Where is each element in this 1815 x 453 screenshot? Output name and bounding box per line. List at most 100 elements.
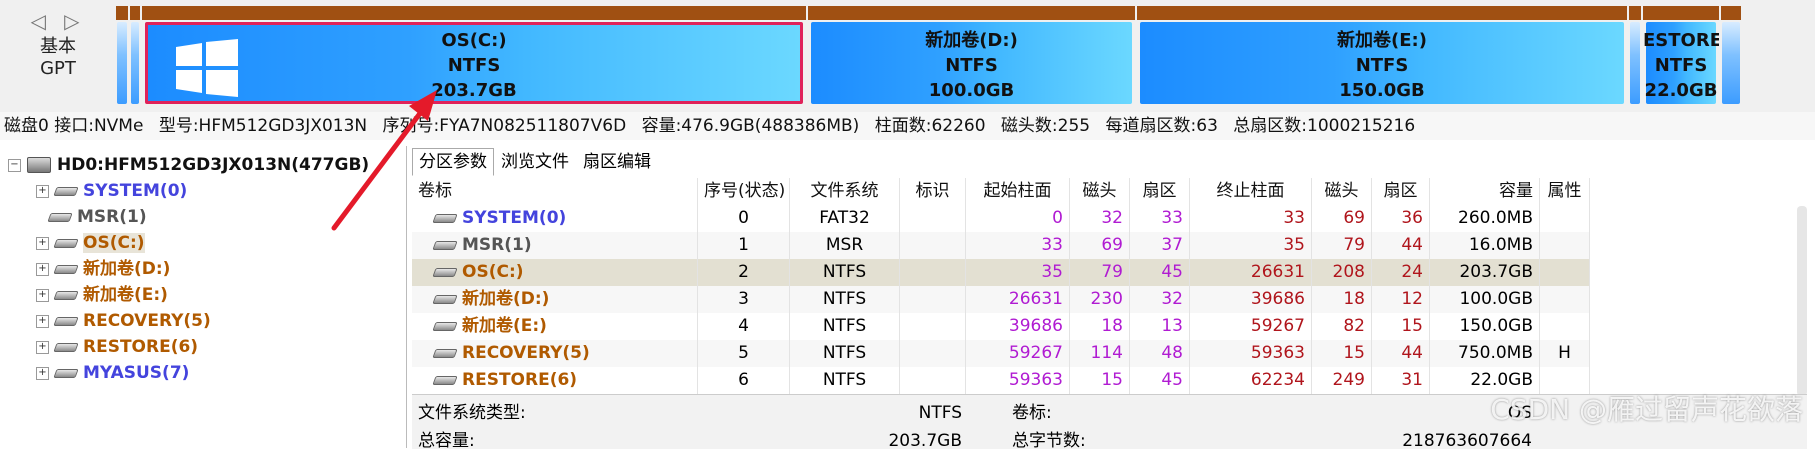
cell-end-cyl: 39686: [1190, 286, 1312, 313]
expand-icon[interactable]: +: [36, 262, 49, 276]
segment-os-c[interactable]: OS(C:) NTFS 203.7GB: [142, 6, 806, 106]
cell-index: 5: [698, 340, 790, 367]
col-start-sector[interactable]: 扇区: [1130, 178, 1190, 205]
cell-capacity: 16.0MB: [1430, 232, 1540, 259]
tree-item-label: MSR(1): [77, 207, 147, 227]
tab-sector-edit[interactable]: 扇区编辑: [576, 148, 658, 176]
cell-end-head: 18: [1312, 286, 1372, 313]
cell-start-cyl: 39686: [966, 313, 1070, 340]
segment-size: 22.0GB: [1644, 80, 1718, 101]
tab-partition-params[interactable]: 分区参数: [412, 148, 494, 176]
cell-start-head: 230: [1070, 286, 1130, 313]
col-volume[interactable]: 卷标: [412, 178, 698, 205]
col-capacity[interactable]: 容量: [1430, 178, 1540, 205]
detail-fs-type-label: 文件系统类型:: [418, 403, 526, 423]
cell-start-head: 114: [1070, 340, 1130, 367]
cell-fs: NTFS: [790, 340, 900, 367]
table-row[interactable]: OS(C:) 2 NTFS 35 79 45 26631 208 24 203.7GB: [412, 259, 1590, 286]
tree-item-e[interactable]: + 新加卷(E:): [36, 282, 168, 308]
tab-browse-files[interactable]: 浏览文件: [494, 148, 576, 176]
segment-msr[interactable]: [130, 6, 140, 106]
cell-end-cyl: 62234: [1190, 367, 1312, 394]
segment-size: 203.7GB: [431, 80, 517, 101]
volume-label: 新加卷(D:): [462, 289, 550, 309]
tree-item-msr[interactable]: MSR(1): [36, 204, 147, 230]
cell-start-sector: 33: [1130, 205, 1190, 232]
col-attr[interactable]: 属性: [1540, 178, 1590, 205]
cell-end-sector: 31: [1372, 367, 1430, 394]
cell-attr: H: [1540, 340, 1590, 367]
col-id[interactable]: 标识: [900, 178, 966, 205]
info-total-sectors: 总扇区数:1000215216: [1233, 116, 1416, 136]
segment-e[interactable]: 新加卷(E:) NTFS 150.0GB: [1137, 6, 1627, 106]
table-row[interactable]: MSR(1) 1 MSR 33 69 37 35 79 44 16.0MB: [412, 232, 1590, 259]
col-fs[interactable]: 文件系统: [790, 178, 900, 205]
cell-end-sector: 36: [1372, 205, 1430, 232]
expand-icon[interactable]: +: [36, 366, 49, 380]
cell-end-sector: 44: [1372, 232, 1430, 259]
cell-id: [900, 286, 966, 313]
cell-start-cyl: 0: [966, 205, 1070, 232]
collapse-icon[interactable]: −: [8, 158, 21, 172]
expand-icon[interactable]: +: [36, 340, 49, 354]
detail-volume-label: 卷标:: [1012, 403, 1052, 423]
volume-label: SYSTEM(0): [462, 208, 567, 228]
cell-id: [900, 205, 966, 232]
cell-end-cyl: 59267: [1190, 313, 1312, 340]
cell-fs: FAT32: [790, 205, 900, 232]
tree-item-label: OS(C:): [83, 233, 145, 253]
tree-item-system[interactable]: + SYSTEM(0): [36, 178, 187, 204]
table-row[interactable]: SYSTEM(0) 0 FAT32 0 32 33 33 69 36 260.0MB: [412, 205, 1590, 232]
table-row[interactable]: 新加卷(D:) 3 NTFS 26631 230 32 39686 18 12 100.0GB: [412, 286, 1590, 313]
vertical-scrollbar[interactable]: [1797, 206, 1807, 396]
detail-total-value: 203.7GB: [888, 431, 962, 451]
segment-system[interactable]: [116, 6, 128, 106]
col-end-head[interactable]: 磁头: [1312, 178, 1372, 205]
tree-item-recovery[interactable]: + RECOVERY(5): [36, 308, 211, 334]
cell-capacity: 150.0GB: [1430, 313, 1540, 340]
cell-end-head: 69: [1312, 205, 1372, 232]
cell-start-cyl: 33: [966, 232, 1070, 259]
table-row[interactable]: RECOVERY(5) 5 NTFS 59267 114 48 59363 15 44 750.0…: [412, 340, 1590, 367]
disk-nav-arrows-icon[interactable]: ◁ ▷: [18, 6, 98, 36]
tree-item-d[interactable]: + 新加卷(D:): [36, 256, 170, 282]
expand-icon[interactable]: +: [36, 236, 49, 250]
col-end-sector[interactable]: 扇区: [1372, 178, 1430, 205]
cell-start-sector: 45: [1130, 367, 1190, 394]
segment-d[interactable]: 新加卷(D:) NTFS 100.0GB: [808, 6, 1135, 106]
detail-total-label: 总容量:: [418, 431, 475, 451]
cell-end-sector: 15: [1372, 313, 1430, 340]
info-cylinders: 柱面数:62260: [874, 116, 986, 136]
tree-root[interactable]: − HD0:HFM512GD3JX013N(477GB): [8, 152, 369, 178]
segment-size: 100.0GB: [928, 80, 1015, 101]
tree-item-restore[interactable]: + RESTORE(6): [36, 334, 198, 360]
table-row[interactable]: 新加卷(E:) 4 NTFS 39686 18 13 59267 82 15 150.0GB: [412, 313, 1590, 340]
table-row[interactable]: RESTORE(6) 6 NTFS 59363 15 45 62234 249 31 22.0GB: [412, 367, 1590, 394]
cell-end-cyl: 35: [1190, 232, 1312, 259]
volume-label: RESTORE(6): [462, 370, 578, 390]
col-start-cyl[interactable]: 起始柱面: [966, 178, 1070, 205]
col-end-cyl[interactable]: 终止柱面: [1190, 178, 1312, 205]
expand-icon[interactable]: +: [36, 184, 49, 198]
segment-myasus[interactable]: [1721, 6, 1741, 106]
cell-id: [900, 232, 966, 259]
info-model: 型号:HFM512GD3JX013N: [158, 116, 368, 136]
col-start-head[interactable]: 磁头: [1070, 178, 1130, 205]
expand-icon[interactable]: +: [36, 314, 49, 328]
info-heads: 磁头数:255: [1000, 116, 1091, 136]
segment-recovery[interactable]: [1629, 6, 1641, 106]
cell-end-sector: 24: [1372, 259, 1430, 286]
cell-end-head: 249: [1312, 367, 1372, 394]
expand-icon[interactable]: +: [36, 288, 49, 302]
cell-start-head: 69: [1070, 232, 1130, 259]
volume-label: RECOVERY(5): [462, 343, 590, 363]
info-disk: 磁盘0 接口:NVMe: [4, 116, 144, 136]
segment-name: 新加卷(E:): [1337, 30, 1427, 51]
segment-fs: NTFS: [1355, 55, 1409, 76]
segment-restore[interactable]: ESTORE( NTFS 22.0GB: [1643, 6, 1719, 106]
col-index[interactable]: 序号(状态): [698, 178, 790, 205]
tree-item-os-c[interactable]: + OS(C:): [36, 230, 145, 256]
tree-item-myasus[interactable]: + MYASUS(7): [36, 360, 189, 386]
tree-item-label: RECOVERY(5): [83, 311, 211, 331]
cell-start-head: 32: [1070, 205, 1130, 232]
